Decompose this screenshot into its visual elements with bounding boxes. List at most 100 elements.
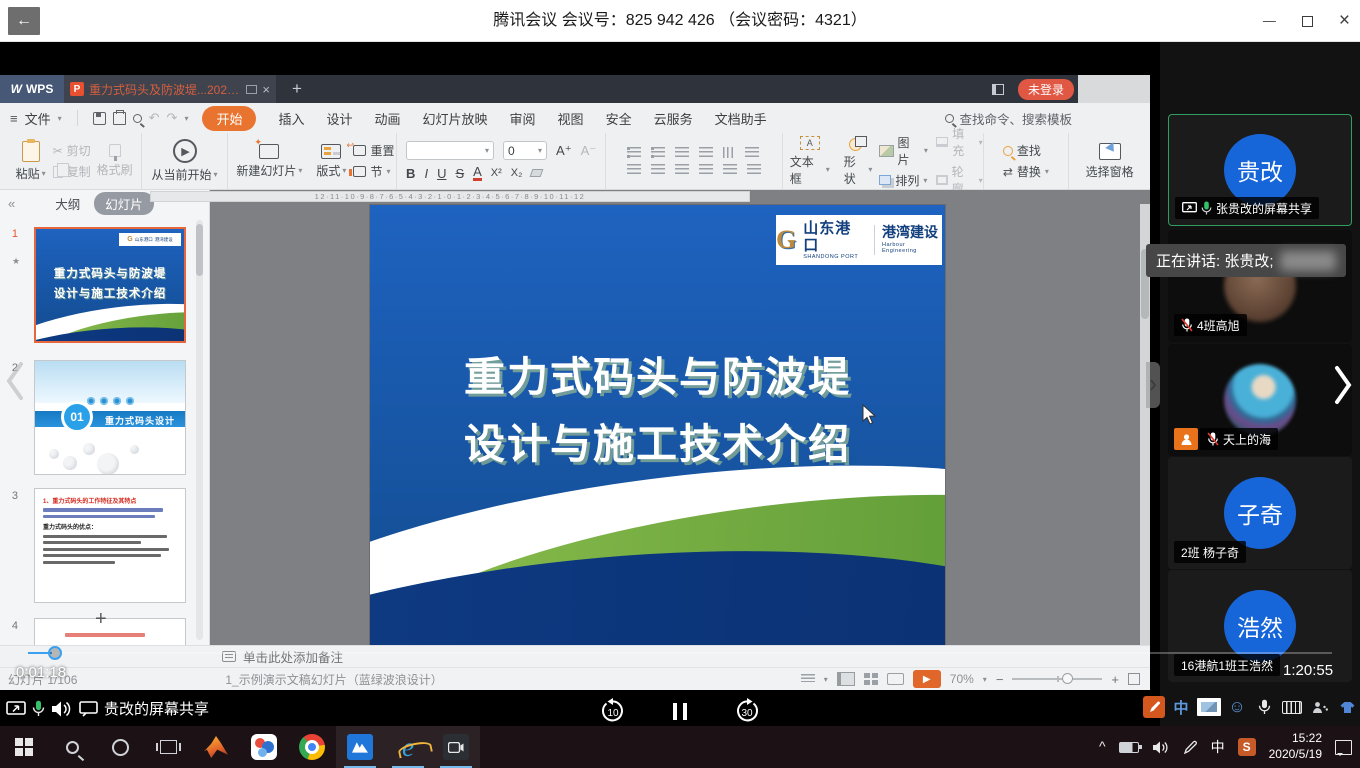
main-slide-canvas[interactable]: G 山东港口 SHANDONG PORT 港湾建设 Harbour Engine… (370, 205, 945, 645)
participant-tile[interactable]: 贵改 张贵改的屏幕共享 (1168, 114, 1352, 226)
skin-icon[interactable] (1336, 696, 1358, 718)
superscript-button[interactable]: X² (491, 167, 502, 179)
shrink-font-button[interactable]: A⁻ (581, 143, 597, 159)
file-caret-icon[interactable] (58, 114, 62, 123)
zoom-value[interactable]: 70% (950, 672, 974, 686)
sogou-tray-icon[interactable]: S (1238, 738, 1256, 756)
new-tab-button[interactable] (292, 79, 302, 99)
wps-logo[interactable]: W WPS (0, 75, 64, 103)
increase-indent-icon[interactable] (699, 147, 713, 158)
screenshot-icon[interactable] (1197, 698, 1221, 716)
battery-icon[interactable] (1119, 742, 1139, 753)
text-direction-icon[interactable] (723, 147, 735, 158)
add-slide-button[interactable] (95, 608, 107, 631)
tab-design[interactable]: 设计 (326, 109, 352, 128)
handwriting-icon[interactable] (1143, 696, 1165, 718)
taskbar-search-icon[interactable] (48, 726, 96, 768)
start-button[interactable] (0, 726, 48, 768)
remote-app-icon[interactable] (240, 726, 288, 768)
tab-review[interactable]: 审阅 (510, 109, 536, 128)
tab-slideshow[interactable]: 幻灯片放映 (423, 109, 488, 128)
numbered-list-icon[interactable] (651, 147, 665, 158)
subtitle-icon[interactable] (79, 701, 98, 717)
speaker-icon[interactable] (51, 700, 73, 718)
player-seekbar[interactable] (28, 652, 1332, 654)
tab-assistant[interactable]: 文档助手 (715, 109, 767, 128)
notes-bar[interactable]: 单击此处添加备注 (0, 645, 1150, 667)
font-size-combo[interactable]: 0 (503, 141, 547, 160)
emoji-icon[interactable] (1226, 696, 1248, 718)
task-view-icon[interactable] (144, 726, 192, 768)
menu-file[interactable]: 文件 (25, 109, 51, 128)
tray-expand-icon[interactable] (1099, 738, 1106, 756)
matlab-icon[interactable] (192, 726, 240, 768)
maximize-button[interactable] (1302, 16, 1313, 27)
video-player-app-icon[interactable] (336, 726, 384, 768)
slide-thumbnail-1[interactable]: G山东港口港湾建设 重力式码头与防波堤 设计与施工技术介绍 (34, 227, 186, 343)
ime-mode-indicator[interactable]: 中 (1211, 737, 1225, 757)
pause-button[interactable] (673, 703, 687, 720)
side-panel-icon[interactable] (992, 84, 1004, 95)
tab-close-icon[interactable] (262, 82, 270, 97)
underline-button[interactable]: U (437, 166, 446, 181)
tab-cloud[interactable]: 云服务 (654, 109, 693, 128)
section-button[interactable]: 节 (353, 163, 394, 180)
font-family-combo[interactable] (406, 141, 494, 160)
chinese-mode-icon[interactable]: 中 (1170, 696, 1192, 718)
close-button[interactable] (1339, 10, 1350, 32)
save-icon[interactable] (93, 112, 106, 125)
tab-home[interactable]: 开始 (202, 106, 256, 131)
bullet-list-icon[interactable] (627, 147, 641, 158)
grow-font-button[interactable]: A⁺ (556, 143, 572, 159)
print-preview-icon[interactable] (133, 114, 142, 123)
panel-collapse-handle[interactable] (1146, 362, 1160, 408)
line-spacing-icon[interactable] (745, 147, 759, 158)
tab-insert[interactable]: 插入 (278, 109, 304, 128)
find-button[interactable]: 查找 (1003, 142, 1049, 159)
print-icon[interactable] (113, 112, 126, 125)
action-center-icon[interactable] (1335, 740, 1352, 755)
subscript-button[interactable]: X₂ (511, 167, 523, 179)
login-badge[interactable]: 未登录 (1018, 79, 1074, 100)
undo-icon[interactable] (149, 110, 160, 126)
meeting-app-icon[interactable] (432, 726, 480, 768)
slide-thumbnail-4[interactable] (34, 618, 186, 645)
copy-button[interactable]: 复制 (53, 163, 91, 180)
format-painter-label[interactable]: 格式刷 (97, 161, 133, 178)
fill-button[interactable]: 填充 (936, 125, 983, 159)
clear-format-icon[interactable] (530, 169, 544, 177)
tab-slides[interactable]: 幻灯片 (94, 192, 154, 215)
paste-button[interactable]: 粘贴 (9, 141, 53, 182)
cut-button[interactable]: 剪切 (53, 142, 91, 159)
align-center-icon[interactable] (651, 164, 665, 175)
ribbon-collapse-icon[interactable] (184, 114, 188, 123)
next-page-arrow[interactable] (1332, 364, 1354, 406)
distribute-icon[interactable] (723, 164, 737, 175)
reset-button[interactable]: 重置 (353, 142, 394, 159)
italic-button[interactable]: I (424, 166, 428, 181)
new-slide-button[interactable]: 新建幻灯片 (229, 144, 309, 179)
picture-button[interactable]: 图片 (879, 134, 928, 168)
forward-30-button[interactable]: 30 (734, 698, 760, 724)
slideshow-play-button[interactable] (913, 670, 941, 688)
selection-pane-button[interactable]: 选择窗格 (1079, 143, 1141, 180)
tab-view[interactable]: 视图 (558, 109, 584, 128)
zoom-slider-knob[interactable] (1062, 673, 1073, 684)
cortana-icon[interactable] (96, 726, 144, 768)
justify-icon[interactable] (699, 164, 713, 175)
slide-sorter-icon[interactable] (864, 673, 878, 686)
zoom-out-icon[interactable] (996, 672, 1004, 687)
document-tab[interactable]: P 重力式码头及防波堤...2020.5.19 (64, 75, 276, 103)
rewind-10-button[interactable]: 10 (600, 698, 626, 724)
font-color-button[interactable]: A (473, 165, 482, 181)
people-icon[interactable] (1309, 696, 1331, 718)
keyboard-icon[interactable] (1280, 696, 1304, 718)
align-right-icon[interactable] (675, 164, 689, 175)
slide-thumbnail-3[interactable]: 1、重力式码头的工作特征及其特点 重力式码头的优点： (34, 488, 186, 603)
fit-slide-icon[interactable] (1128, 673, 1140, 685)
shapes-button[interactable]: 形状 (837, 136, 880, 187)
align-left-icon[interactable] (627, 164, 641, 175)
columns-icon[interactable] (747, 164, 761, 175)
zoom-in-icon[interactable] (1111, 672, 1119, 687)
arrange-button[interactable]: 排列 (879, 172, 928, 189)
